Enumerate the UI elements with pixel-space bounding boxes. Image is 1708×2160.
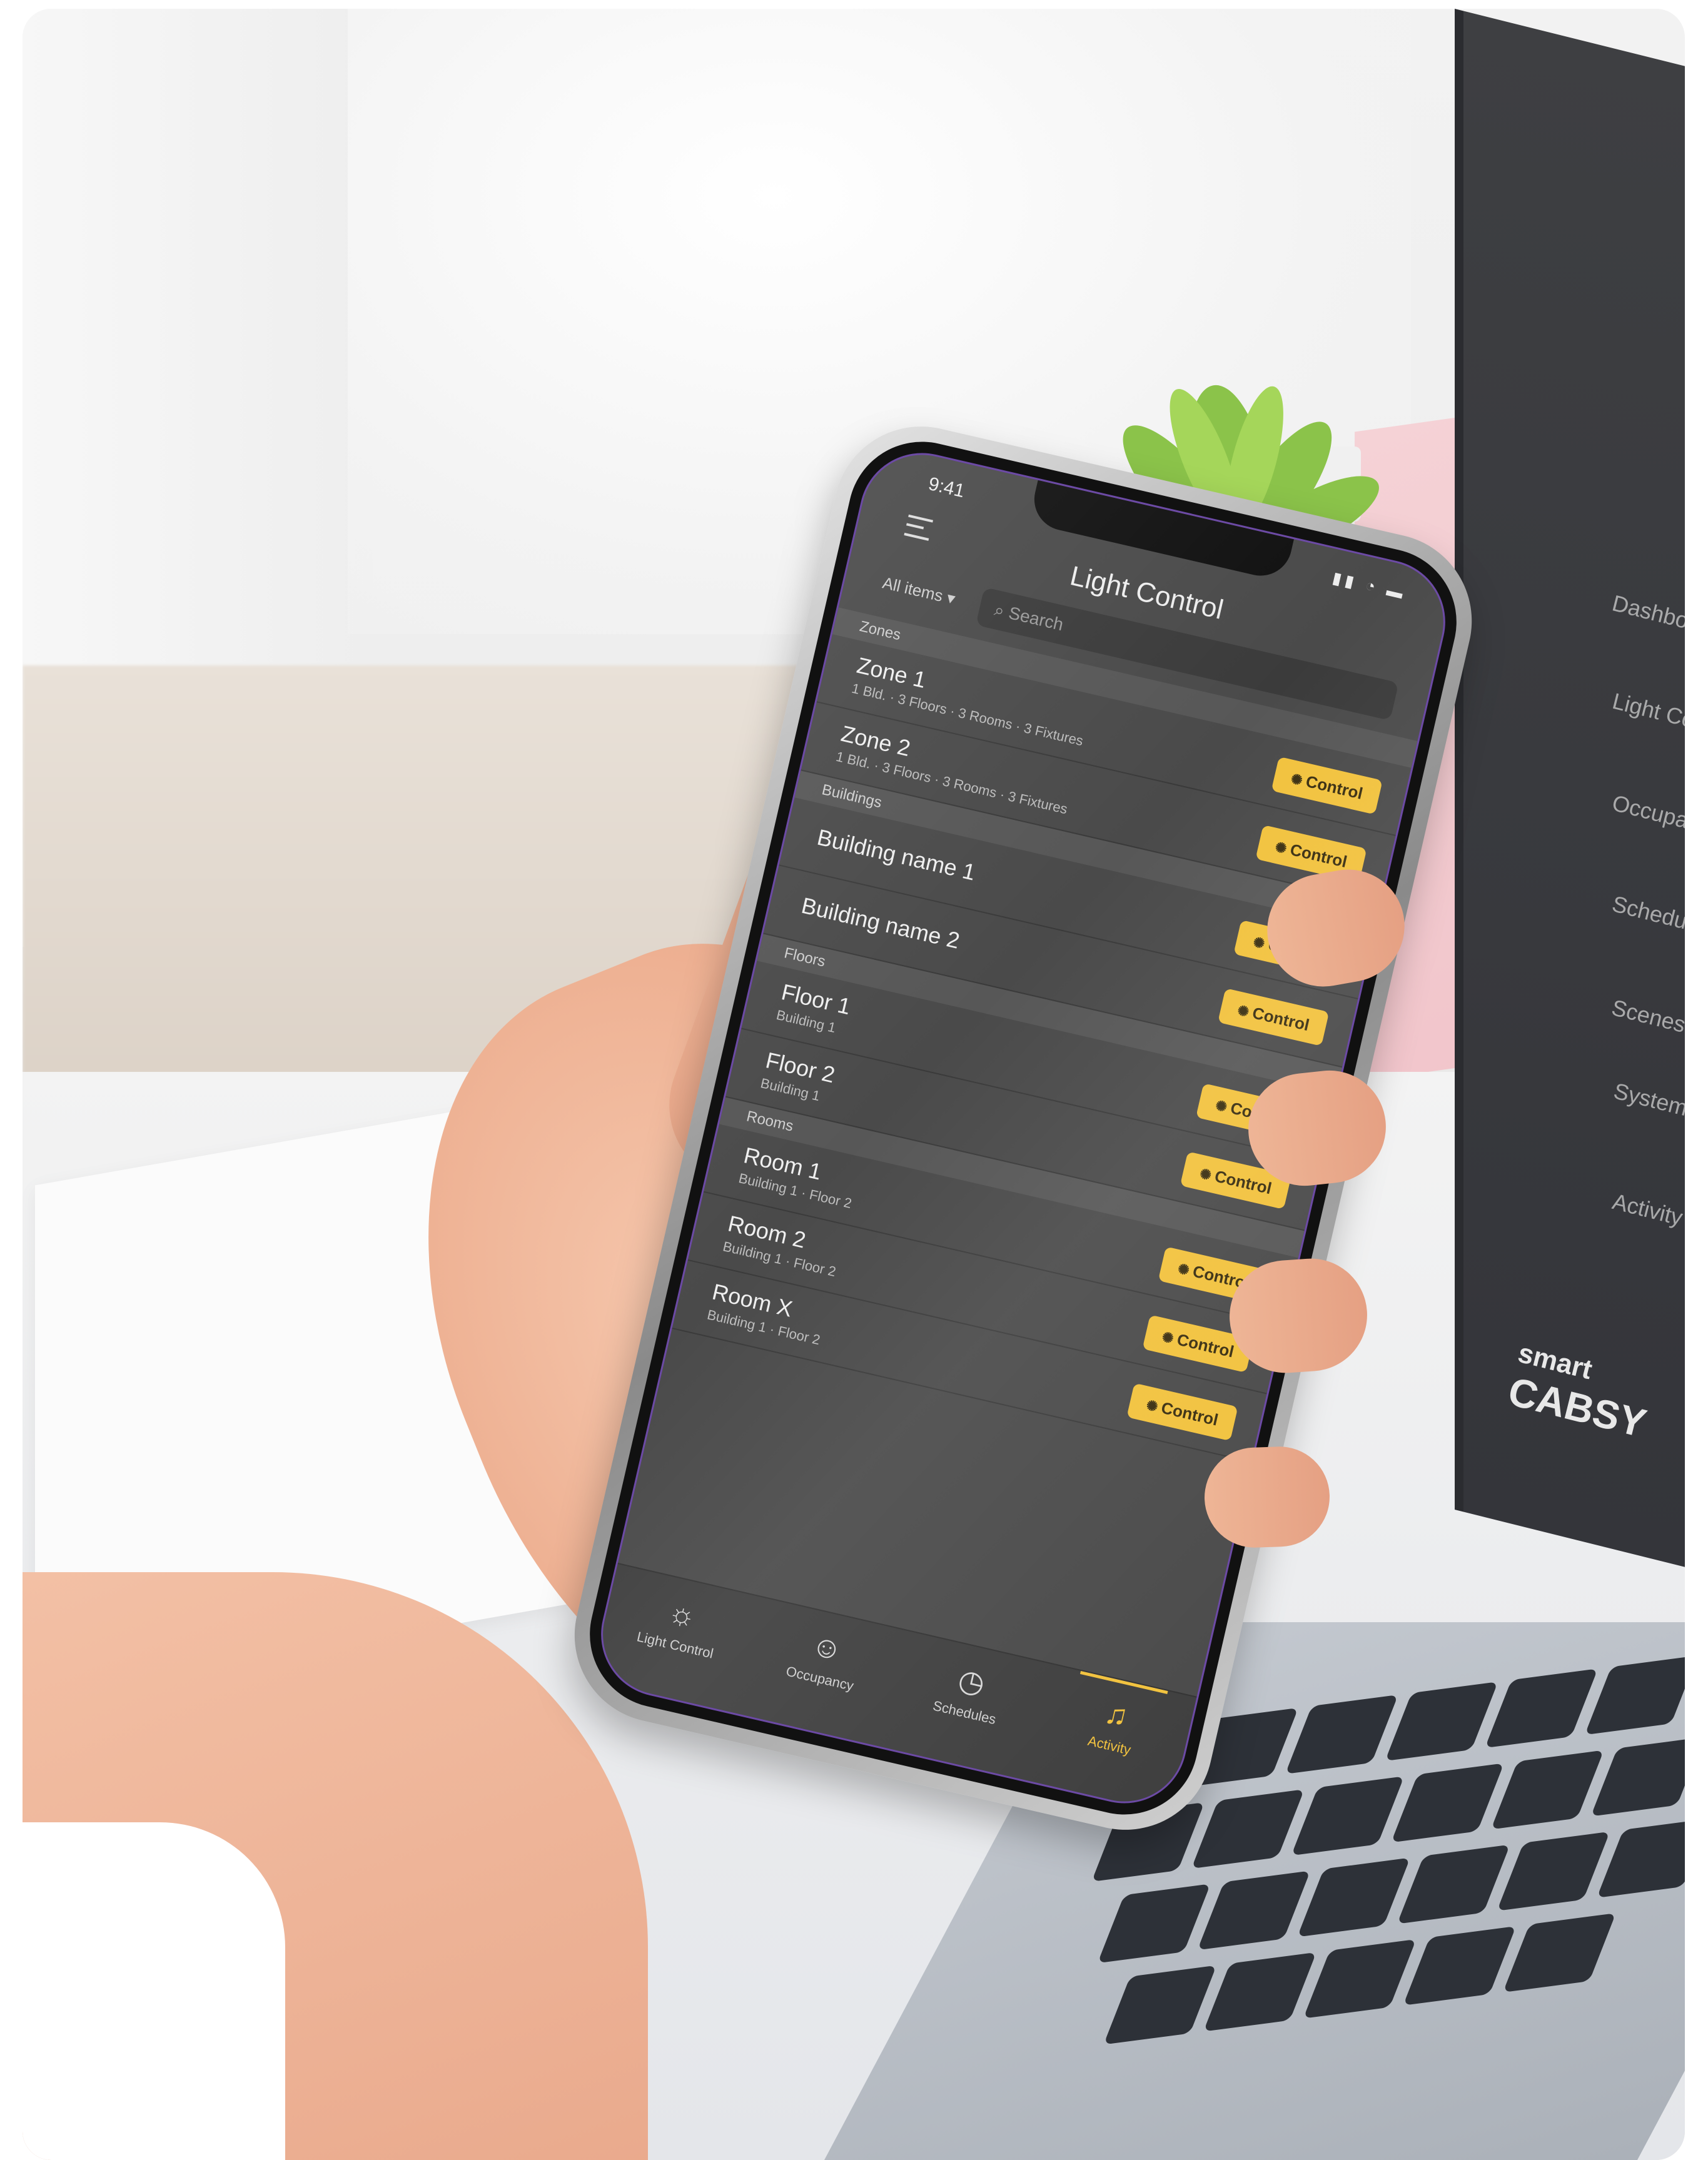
laptop (1436, 9, 1685, 1578)
finger-pinky (1203, 1445, 1332, 1550)
search-placeholder: Search (1006, 603, 1066, 635)
bulb-icon: ✺ (1236, 1002, 1251, 1021)
bulb-icon: ✺ (1145, 1397, 1160, 1415)
person-icon: ☺ (808, 1628, 846, 1668)
tab-schedules[interactable]: ◷ Schedules (881, 1631, 1052, 1780)
white-sleeve (23, 1822, 285, 2160)
bulb-icon: ✺ (1198, 1165, 1213, 1184)
bell-icon: ♫ (1101, 1696, 1131, 1734)
control-button[interactable]: ✺Control (1218, 988, 1330, 1046)
bulb-icon: ✺ (1273, 839, 1288, 857)
clock-icon: ◷ (955, 1663, 988, 1702)
bulb-icon: ✺ (1251, 934, 1266, 952)
bulb-icon: ✺ (1214, 1097, 1229, 1116)
sun-icon: ☼ (665, 1595, 700, 1634)
tab-light-control[interactable]: ☼ Light Control (591, 1564, 762, 1713)
filter-dropdown[interactable]: All items ▾ (881, 573, 957, 609)
tab-activity[interactable]: ♫ Activity (1025, 1664, 1196, 1814)
tab-label: Activity (1086, 1732, 1133, 1758)
bulb-icon: ✺ (1176, 1260, 1191, 1279)
bulb-icon: ✺ (1160, 1328, 1176, 1347)
status-icons: ▮▮ ◔ ▬ (1330, 568, 1409, 603)
control-button[interactable]: ✺Control (1271, 756, 1383, 815)
status-time: 9:41 (926, 473, 967, 502)
control-button[interactable]: ✺Control (1126, 1383, 1238, 1441)
laptop-screen (1455, 9, 1685, 1578)
photo-card: Dashboard Light Control Occupancy Schedu… (23, 9, 1685, 2160)
tab-occupancy[interactable]: ☺ Occupancy (735, 1597, 907, 1747)
bulb-icon: ✺ (1289, 770, 1305, 789)
